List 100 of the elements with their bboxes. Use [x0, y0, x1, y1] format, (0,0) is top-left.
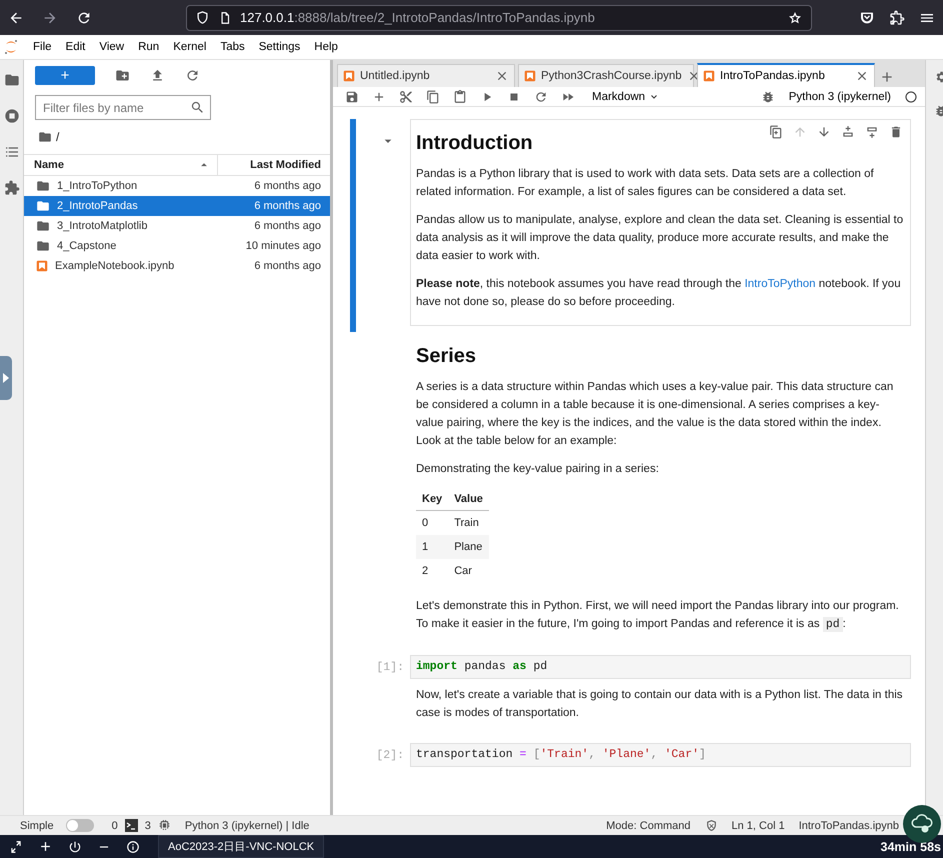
session-timer: 34min 58s: [880, 840, 942, 854]
folder-icon[interactable]: [4, 72, 20, 88]
table-cell: Plane: [448, 535, 489, 559]
terminal-count: 0: [112, 820, 118, 832]
extensions-icon[interactable]: [889, 10, 905, 26]
folder-icon: [36, 239, 50, 253]
kernel-status-icon: [905, 90, 917, 102]
column-header: Value: [448, 488, 489, 510]
table-cell: Car: [448, 559, 489, 583]
refresh-icon[interactable]: [185, 68, 200, 83]
folder-icon: [36, 199, 50, 213]
insert-above-icon[interactable]: [841, 125, 855, 139]
menu-item[interactable]: Settings: [252, 41, 308, 53]
command-mode: Mode: Command: [606, 820, 690, 832]
table-cell: Train: [448, 510, 489, 535]
code-cell[interactable]: transportation = ['Train', 'Plane', 'Car']: [410, 743, 911, 767]
file-row[interactable]: 2_IntrotoPandas 6 months ago: [24, 196, 330, 216]
paragraph: Demonstrating the key-value pairing in a series:: [416, 462, 660, 477]
code-cell[interactable]: import pandas as pd: [410, 655, 911, 679]
pocket-icon[interactable]: [859, 10, 875, 26]
reload-icon[interactable]: [76, 10, 92, 26]
section-heading: Introduction: [416, 132, 534, 155]
file-row[interactable]: 1_IntroToPython 6 months ago: [24, 176, 330, 196]
inline-code: pd: [822, 617, 843, 632]
search-icon: [190, 100, 205, 115]
table-cell: 2: [416, 559, 448, 583]
fullscreen-icon[interactable]: [9, 840, 23, 854]
paragraph: Let's demonstrate this in Python. First, we will need import the Pandas library into our program. To make it easier in the future, I'm going to import Pandas and reference it is as pd :: [416, 599, 900, 634]
file-row[interactable]: 3_IntrotoMatplotlib 6 months ago: [24, 216, 330, 236]
notebook-tab[interactable]: Untitled.ipynb: [337, 64, 515, 87]
filter-field[interactable]: Filter files by name: [35, 95, 211, 120]
table-cell: 1: [416, 535, 448, 559]
menu-item[interactable]: View: [92, 41, 132, 53]
paste-icon[interactable]: [453, 90, 467, 104]
new-launcher-button[interactable]: +: [35, 66, 95, 85]
column-header[interactable]: Name: [34, 159, 197, 171]
copy-icon[interactable]: [426, 90, 440, 104]
notebook-tab[interactable]: Python3CrashCourse.ipynb: [518, 64, 694, 87]
cursor-position[interactable]: Ln 1, Col 1: [732, 820, 785, 832]
add-icon[interactable]: [38, 839, 53, 854]
insert-below-icon[interactable]: [865, 125, 879, 139]
menu-item[interactable]: Help: [307, 41, 345, 53]
simple-mode-toggle[interactable]: [66, 819, 94, 832]
notebook-link[interactable]: IntroToPython: [744, 278, 816, 290]
new-folder-icon[interactable]: [115, 68, 130, 83]
close-icon[interactable]: [495, 69, 509, 83]
duplicate-icon[interactable]: [769, 125, 783, 139]
home-folder-icon[interactable]: [38, 130, 52, 144]
restart-icon[interactable]: [534, 90, 548, 104]
kernel-name[interactable]: Python 3 (ipykernel): [788, 90, 891, 102]
bookmark-star-icon[interactable]: [787, 10, 803, 26]
move-down-icon[interactable]: [817, 125, 831, 139]
cell-type-dropdown[interactable]: Markdown: [592, 90, 660, 102]
file-row[interactable]: ExampleNotebook.ipynb 6 months ago: [24, 256, 330, 276]
folder-icon: [36, 219, 50, 233]
paragraph: Please note, this notebook assumes you have read through the IntroToPython notebook. If you have not done so, please do so before proceeding.: [416, 277, 902, 310]
jupyter-logo[interactable]: [4, 39, 18, 55]
section-heading: Series: [416, 345, 478, 368]
menu-item[interactable]: Run: [131, 41, 166, 53]
close-icon[interactable]: [855, 69, 869, 83]
address-bar[interactable]: 127.0.0.1:8888/lab/tree/2_IntrotoPandas/IntroToPandas.ipynb: [186, 4, 812, 30]
power-icon[interactable]: [68, 840, 82, 854]
menu-item[interactable]: Edit: [58, 41, 92, 53]
kernel-status[interactable]: Python 3 (ipykernel) | Idle: [184, 820, 310, 832]
debugger-bug-icon[interactable]: [760, 90, 775, 104]
file-name: IntroToPandas.ipynb: [798, 820, 899, 832]
paragraph: Pandas is a Python library that is used to work with data sets. Data sets are a collection of related information. For example, a list of sales figures can be considered a data set.: [416, 167, 875, 200]
terminal-icon[interactable]: [124, 819, 138, 832]
save-icon[interactable]: [345, 90, 359, 104]
notebook-tab[interactable]: IntroToPandas.ipynb: [697, 63, 875, 87]
paragraph: A series is a data structure within Pandas which uses a key-value pair. This data structure can be considered a column in a table because it is one-dimensional. A series comprises a key-value pairing, where the key is the indices, and the value is the data stored within the index. Look at the table below for an example:: [416, 380, 894, 449]
delete-icon[interactable]: [889, 125, 903, 139]
menu-item[interactable]: Tabs: [213, 41, 252, 53]
column-header[interactable]: Last Modified: [218, 159, 330, 171]
menu-item[interactable]: Kernel: [166, 41, 214, 53]
mode-label: Simple: [20, 820, 54, 832]
column-header: Key: [416, 488, 448, 510]
kernel-chip-icon[interactable]: [158, 819, 171, 832]
menu-item[interactable]: File: [26, 41, 59, 53]
running-icon[interactable]: [4, 108, 20, 124]
cut-icon[interactable]: [399, 90, 413, 104]
session-tab[interactable]: AoC2023-2日目-VNC-NOLCK: [158, 835, 324, 858]
upload-icon[interactable]: [150, 68, 165, 83]
notebook-file-icon: [36, 260, 48, 272]
breadcrumb[interactable]: /: [56, 130, 60, 144]
notebook-file-icon: [343, 70, 355, 82]
folder-icon: [36, 179, 50, 193]
extension-puzzle-icon[interactable]: [4, 180, 20, 196]
info-icon[interactable]: [126, 840, 140, 854]
trust-shield-icon[interactable]: [704, 819, 718, 832]
kernel-count: 3: [144, 820, 151, 832]
table-cell: 0: [416, 510, 448, 535]
paragraph: Now, let's create a variable that is going to contain our data with is a Python list. The data in this case is modes of transportation.: [416, 688, 904, 721]
file-row[interactable]: 4_Capstone 10 minutes ago: [24, 236, 330, 256]
execution-count: [1]:: [376, 660, 404, 676]
side-panel-handle[interactable]: [0, 356, 12, 400]
shield-icon[interactable]: [195, 10, 210, 25]
paragraph: Pandas allow us to manipulate, analyse, explore and clean the data set. Cleaning is essential to data analysis as it will improve the data quality, produce more accurate results, and make the data easier to work with.: [416, 213, 904, 264]
notebook-file-icon: [703, 70, 715, 82]
notebook-file-icon: [524, 70, 536, 82]
